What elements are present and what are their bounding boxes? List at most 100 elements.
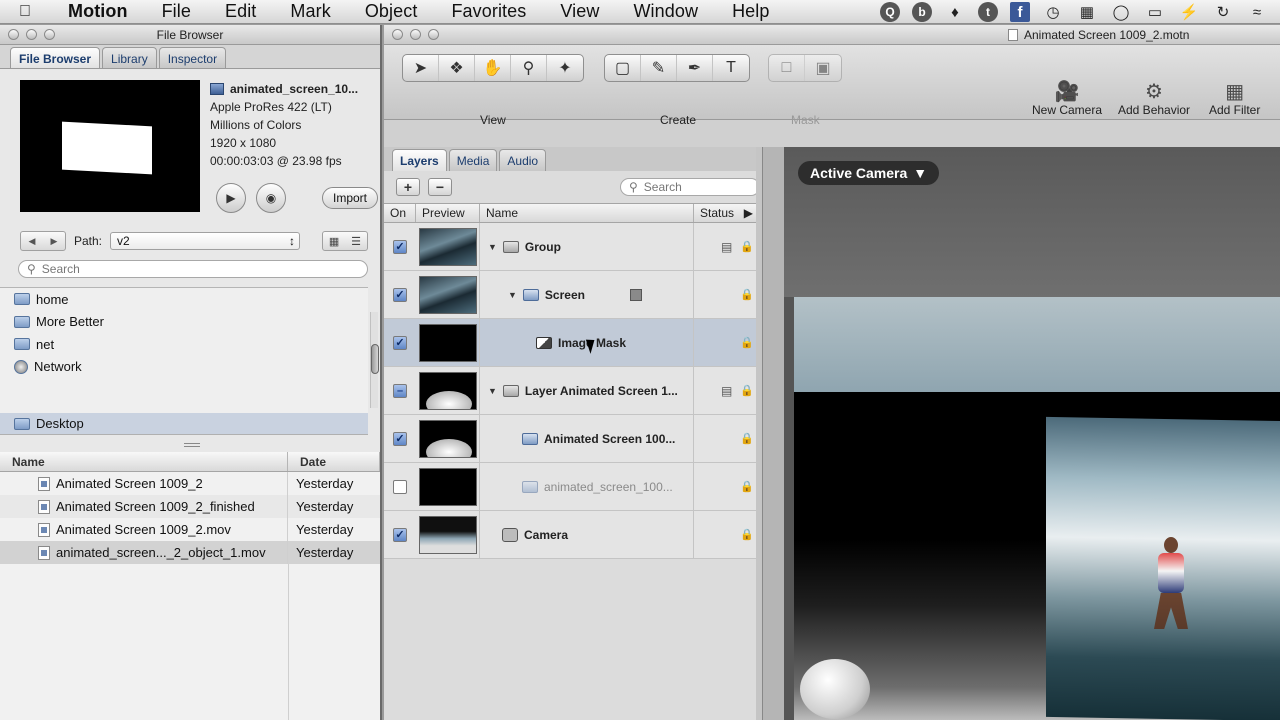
lock-icon[interactable]: 🔒 [740,240,754,253]
speech-bubble-icon[interactable]: ◯ [1110,2,1132,22]
tab-audio[interactable]: Audio [499,149,547,171]
zoom-button[interactable] [428,29,439,40]
hand-pan-icon[interactable]: ✋ [475,55,511,81]
disclosure-triangle-icon[interactable]: ▼ [488,242,497,252]
back-arrow-icon[interactable]: ◀ [21,232,43,250]
bezier-mask-icon[interactable]: ▣ [805,55,841,81]
layer-row-animated-screen-group[interactable]: – ▼ Layer Animated Screen 1... ▤ 🔒 [384,367,760,415]
file-row[interactable]: Animated Screen 1009_2 Yesterday [0,472,380,495]
rectangle-tool-icon[interactable]: ▢ [605,55,641,81]
tab-layers[interactable]: Layers [392,149,447,171]
bolt-icon[interactable]: ⚡ [1178,2,1200,22]
layer-enable-checkbox[interactable] [393,479,407,494]
lock-icon[interactable]: 🔒 [740,288,754,301]
menu-help[interactable]: Help [714,1,785,22]
menu-favorites[interactable]: Favorites [433,1,542,22]
menu-view[interactable]: View [542,1,615,22]
menu-edit[interactable]: Edit [207,1,272,22]
menu-app[interactable]: Motion [50,1,144,22]
layers-search-input[interactable]: ⚲ Search [620,178,760,196]
layer-row-group[interactable]: ✓ ▼ Group ▤ 🔒 [384,223,760,271]
places-scrollbar[interactable] [370,312,379,408]
place-item-desktop[interactable]: Desktop [0,413,368,435]
layer-row-screen[interactable]: ✓ ▼ Screen 🔒 [384,271,760,319]
file-row[interactable]: Animated Screen 1009_2.mov Yesterday [0,518,380,541]
layer-row-camera[interactable]: ✓ Camera 🔒 [384,511,760,559]
layer-row-animated-screen-file[interactable]: animated_screen_100... 🔒 [384,463,760,511]
new-camera-button[interactable]: 🎥 New Camera [1032,79,1102,117]
t-app-icon[interactable]: t [978,2,998,22]
menu-mark[interactable]: Mark [272,1,346,22]
bezier-tool-icon[interactable]: ✎ [641,55,677,81]
forward-arrow-icon[interactable]: ▶ [43,232,65,250]
apple-menu-icon[interactable]:  [0,3,50,21]
quicksilver-icon[interactable]: Q [880,2,900,22]
lock-icon[interactable]: 🔒 [740,336,754,349]
list-view-icon[interactable]: ☰ [345,232,367,250]
tab-library[interactable]: Library [102,47,157,68]
3d-view-tool-icon[interactable]: ✦ [547,55,583,81]
disclosure-triangle-icon[interactable]: ▼ [488,386,497,396]
add-layer-button[interactable]: + [396,178,420,196]
layer-enable-checkbox[interactable]: ✓ [393,527,407,542]
file-search-input[interactable]: ⚲ Search [18,260,368,278]
layer-enable-checkbox[interactable]: ✓ [393,239,407,254]
pane-splitter-handle[interactable] [184,443,200,447]
file-row[interactable]: animated_screen..._2_object_1.mov Yester… [0,541,380,564]
remove-layer-button[interactable]: − [428,178,452,196]
layer-enable-checkbox[interactable]: – [393,383,407,398]
layer-enable-checkbox[interactable]: ✓ [393,287,407,302]
layer-row-image-mask[interactable]: ✓ Image Mask 🔒 [384,319,760,367]
tab-media[interactable]: Media [448,149,498,171]
time-machine-icon[interactable]: ◷ [1042,2,1064,22]
menu-file[interactable]: File [144,1,207,22]
icon-view-icon[interactable]: ▦ [323,232,345,250]
layer-enable-checkbox[interactable]: ✓ [393,335,407,350]
menu-window[interactable]: Window [615,1,714,22]
scroll-thumb[interactable] [371,344,379,374]
place-item[interactable]: More Better [0,311,368,334]
rectangle-mask-icon[interactable]: □ [769,55,805,81]
select-arrow-icon[interactable]: ➤ [403,55,439,81]
tab-file-browser[interactable]: File Browser [10,47,101,68]
zoom-magnifier-icon[interactable]: ⚲ [511,55,547,81]
add-filter-button[interactable]: ▦ Add Filter [1209,79,1260,117]
layer-row-animated-screen[interactable]: ✓ Animated Screen 100... 🔒 [384,415,760,463]
menu-object[interactable]: Object [347,1,434,22]
panel-divider[interactable] [762,147,784,720]
b-app-icon[interactable]: b [912,2,932,22]
app-status-icon[interactable]: ▦ [1076,2,1098,22]
lock-icon[interactable]: 🔒 [740,432,754,445]
column-date[interactable]: Date [288,452,380,471]
close-button[interactable] [8,29,19,40]
chevron-right-icon[interactable]: ▶ [744,206,753,220]
battery-icon[interactable]: ▭ [1144,2,1166,22]
add-behavior-button[interactable]: ⚙ Add Behavior [1118,79,1190,117]
zoom-button[interactable] [44,29,55,40]
text-tool-icon[interactable]: T [713,55,749,81]
file-row[interactable]: Animated Screen 1009_2_finished Yesterda… [0,495,380,518]
audio-toggle-button[interactable]: ◉ [256,183,286,213]
disclosure-triangle-icon[interactable]: ▼ [508,290,517,300]
canvas-viewer[interactable]: Active Camera ▼ [784,147,1280,720]
place-item[interactable]: home [0,288,368,311]
play-button[interactable]: ▶ [216,183,246,213]
lock-icon[interactable]: 🔒 [740,528,754,541]
active-camera-menu[interactable]: Active Camera ▼ [798,161,940,185]
transform-tool-icon[interactable]: ❖ [439,55,475,81]
lock-icon[interactable]: 🔒 [740,480,754,493]
sphere-object[interactable] [800,659,870,719]
tab-inspector[interactable]: Inspector [158,47,227,68]
place-item[interactable]: Network [0,356,368,379]
wifi-icon[interactable]: ≈ [1246,2,1268,22]
layer-enable-checkbox[interactable]: ✓ [393,431,407,446]
minimize-button[interactable] [410,29,421,40]
minimize-button[interactable] [26,29,37,40]
evernote-icon[interactable]: ♦ [944,2,966,22]
path-select[interactable]: v2 ↕ [110,232,301,250]
import-button[interactable]: Import [322,187,379,209]
close-button[interactable] [392,29,403,40]
paint-stroke-icon[interactable]: ✒ [677,55,713,81]
column-name[interactable]: Name [0,452,288,471]
place-item[interactable]: net [0,333,368,356]
